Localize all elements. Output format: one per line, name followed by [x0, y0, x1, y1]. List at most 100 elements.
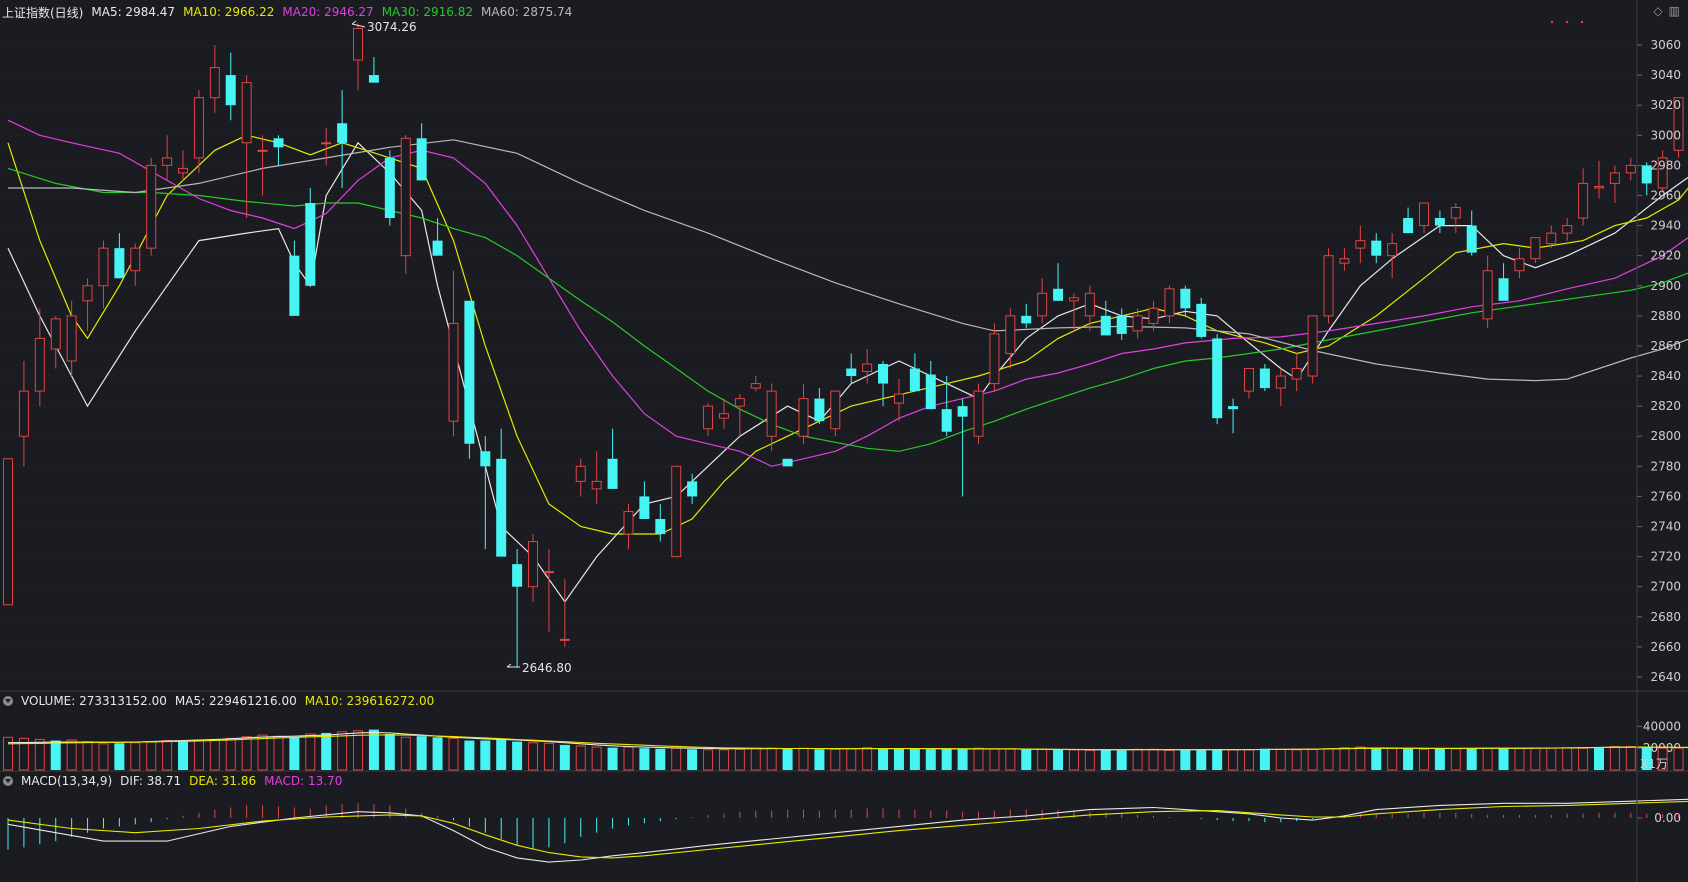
up-candle — [989, 323, 1000, 392]
candle-body — [480, 451, 491, 467]
candle-body — [591, 480, 602, 490]
volume-bar — [1498, 748, 1509, 770]
volume-bar — [1259, 748, 1270, 770]
volume-bar — [528, 742, 539, 771]
volume-bar — [1275, 748, 1286, 771]
volume-header: VOLUME: 273313152.00 MA5: 229461216.00 M… — [0, 691, 442, 711]
chart-background — [0, 0, 1688, 882]
candle-body — [34, 337, 45, 392]
macd-header: MACD(13,34,9) DIF: 38.71 DEA: 31.86 MACD… — [0, 771, 350, 791]
layout-icon[interactable]: ▥ — [1669, 4, 1680, 18]
candle-body — [973, 390, 984, 437]
price-tick-label: 2780 — [1650, 459, 1681, 473]
volume-value: VOLUME: 273313152.00 — [21, 694, 167, 708]
candle-body — [543, 571, 554, 574]
volume-bar — [1371, 748, 1382, 770]
volume-bar — [480, 740, 491, 770]
candle-body — [703, 405, 714, 430]
price-tick-label: 2700 — [1650, 580, 1681, 594]
volume-bar — [98, 743, 109, 771]
candle-body — [909, 368, 920, 392]
candle-body — [1434, 218, 1445, 226]
volume-bar — [1323, 748, 1334, 771]
candle-body — [1307, 315, 1318, 377]
candle-body — [750, 383, 761, 389]
candle-body — [1625, 164, 1636, 174]
volume-bar — [193, 739, 204, 771]
high-price-label: 3074.26 — [367, 20, 417, 34]
volume-bar — [1243, 749, 1254, 771]
indicator-dot — [1565, 20, 1569, 24]
collapse-macd-icon[interactable] — [3, 776, 13, 786]
volume-bar — [496, 738, 507, 770]
volume-bar — [146, 741, 157, 771]
candle-body — [1403, 218, 1414, 234]
candle-body — [1196, 303, 1207, 337]
price-tick-label: 3000 — [1650, 128, 1681, 142]
macd-zero-label: 0.00 — [1654, 811, 1681, 825]
candle-body — [209, 67, 220, 99]
volume-bar — [623, 746, 634, 771]
candle-body — [496, 458, 507, 557]
volume-bar — [925, 749, 936, 770]
volume-bar — [1005, 748, 1016, 771]
candle-body — [1418, 202, 1429, 227]
candle-body — [1339, 258, 1350, 264]
candle-body — [1498, 278, 1509, 301]
candle-body — [416, 138, 427, 181]
volume-bar — [337, 731, 348, 771]
volume-bar — [257, 734, 268, 771]
volume-bar — [734, 748, 745, 771]
candle-body — [1466, 225, 1477, 253]
up-candle — [1307, 315, 1318, 384]
macd-value: MACD: 13.70 — [264, 774, 343, 788]
price-tick-label: 2820 — [1650, 399, 1681, 413]
candle-body — [718, 413, 729, 419]
candle-body — [353, 27, 364, 61]
candle-body — [1371, 240, 1382, 256]
candle-body — [989, 333, 1000, 385]
volume-bar — [639, 748, 650, 770]
volume-bar — [1100, 749, 1111, 770]
volume-bar — [1403, 748, 1414, 770]
volume-bar — [512, 741, 523, 770]
volume-bar — [1387, 747, 1398, 771]
volume-bar — [1307, 748, 1318, 771]
volume-bar — [1594, 747, 1604, 770]
candle-body — [1450, 207, 1461, 219]
volume-bar — [82, 741, 93, 771]
volume-bar — [416, 736, 427, 770]
candle-body — [623, 510, 634, 535]
volume-bar — [209, 738, 220, 771]
volume-bar — [305, 733, 316, 771]
volume-bar — [782, 748, 793, 770]
candle-body — [1323, 255, 1334, 317]
volume-bar — [703, 749, 714, 771]
volume-bar — [1625, 746, 1636, 771]
candle-body — [337, 123, 348, 143]
candle-body — [782, 458, 793, 467]
price-tick-label: 2640 — [1650, 670, 1681, 684]
candle-body — [50, 318, 61, 350]
volume-bar — [1037, 748, 1048, 771]
volume-bar — [353, 730, 364, 771]
volume-bar — [321, 732, 332, 770]
candle-body — [178, 167, 189, 174]
volume-bar — [273, 735, 284, 771]
candle-body — [432, 240, 443, 256]
volume-ma5: MA5: 229461216.00 — [174, 694, 297, 708]
collapse-volume-icon[interactable] — [3, 696, 13, 706]
volume-bar — [1418, 748, 1429, 771]
volume-bar — [655, 748, 666, 770]
candle-body — [321, 142, 332, 145]
ma5-value: MA5: 2984.47 — [91, 5, 176, 19]
volume-bar — [846, 748, 857, 771]
volume-bar — [1609, 746, 1620, 771]
diamond-icon[interactable]: ◇ — [1653, 4, 1662, 18]
candle-body — [1578, 182, 1589, 219]
volume-bar — [687, 749, 698, 770]
candle-body — [1228, 406, 1239, 410]
index-title[interactable]: 上证指数(日线) — [2, 4, 83, 21]
candle-body — [512, 564, 523, 587]
volume-bar — [591, 746, 602, 771]
